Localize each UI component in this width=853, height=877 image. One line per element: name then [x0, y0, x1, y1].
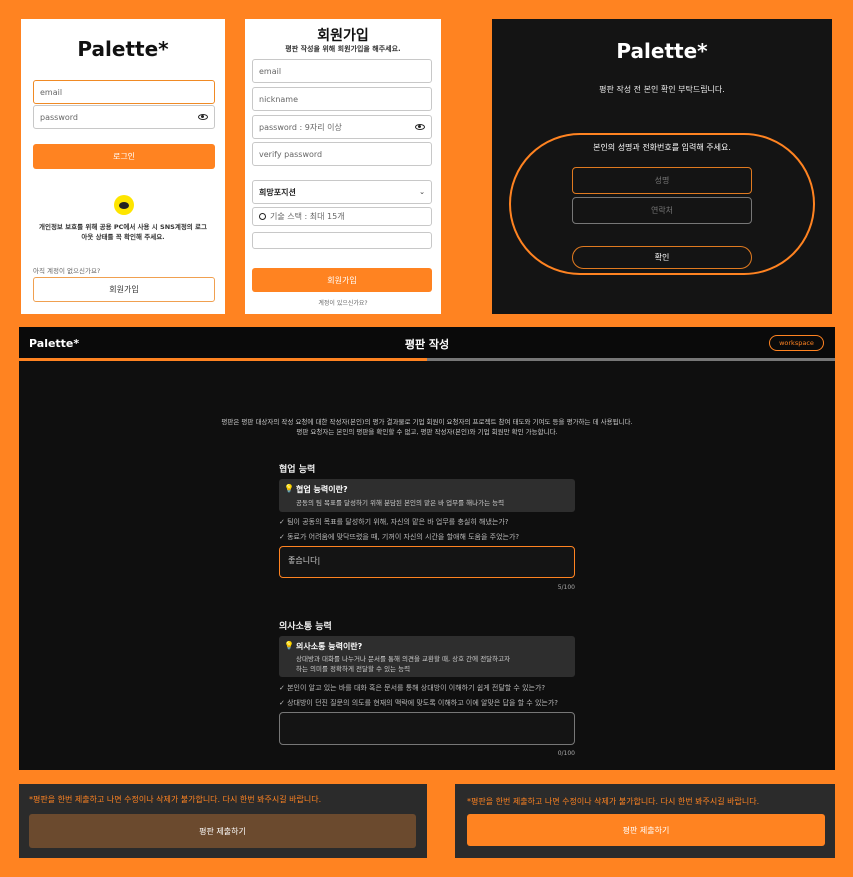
tip-box: 💡 협업 능력이란? 공동의 팀 목표를 달성하기 위해 분담된 본인의 맡은 … [279, 479, 575, 512]
progress-track [19, 358, 835, 361]
logo: Palette* [77, 37, 169, 61]
workspace-button[interactable]: workspace [769, 335, 824, 351]
answer-text: 좋습니다| [288, 556, 321, 565]
skill-search-input[interactable]: 기술 스택 : 최대 15개 [252, 207, 432, 226]
tip-title: 의사소통 능력이란? [296, 642, 363, 651]
verify-heading: 평판 작성 전 본인 확인 부탁드립니다. [599, 85, 725, 94]
submit-button-disabled: 평판 제출하기 [29, 814, 416, 848]
section-title: 의사소통 능력 [279, 622, 332, 632]
check-question: ✓ 본인이 알고 있는 바를 대화 혹은 문서를 통해 상대방이 이해하기 쉽게… [279, 684, 546, 692]
submit-warning: *평판을 한번 제출하고 나면 수정이나 삭제가 불가합니다. 다시 한번 봐주… [467, 797, 760, 806]
verify-password-placeholder: verify password [259, 149, 323, 159]
lightbulb-icon: 💡 [284, 484, 294, 493]
section-title: 협업 능력 [279, 465, 316, 475]
submit-disabled-panel: *평판을 한번 제출하고 나면 수정이나 삭제가 불가합니다. 다시 한번 봐주… [19, 784, 427, 858]
lightbulb-icon: 💡 [284, 641, 294, 650]
check-question: ✓ 상대방이 던진 질문의 의도를 현재의 맥락에 맞도록 이해하고 이에 알맞… [279, 699, 559, 707]
phone-placeholder: 연락처 [650, 206, 674, 215]
check-question: ✓ 팀이 공동의 목표를 달성하기 위해, 자신의 맡은 바 업무를 충실히 해… [279, 518, 509, 526]
email-placeholder: email [40, 87, 63, 97]
review-panel: Palette* 평판 작성 workspace 평판은 평판 대상자의 작성 … [19, 327, 835, 770]
email-field[interactable]: email [33, 80, 215, 104]
intro-line-1: 평판은 평판 대상자의 작성 요청에 대한 작성자(본인)의 평가 결과물로 기… [221, 418, 633, 426]
nickname-placeholder: nickname [259, 94, 299, 104]
verify-logo: Palette* [616, 39, 708, 63]
kakao-login-icon[interactable] [114, 195, 134, 215]
verify-panel: Palette* 평판 작성 전 본인 확인 부탁드립니다. 본인의 성명과 전… [492, 19, 832, 314]
sns-notice: 개인정보 보호를 위해 공용 PC에서 사용 시 SNS계정의 로그아웃 상태를… [38, 223, 208, 241]
goto-signup-button[interactable]: 회원가입 [33, 277, 215, 302]
signup-subtitle: 평판 작성을 위해 회원가입을 해주세요. [285, 45, 401, 53]
tip-desc: 하는 의미를 정확하게 전달할 수 있는 능력 [296, 665, 411, 673]
submit-enabled-panel: *평판을 한번 제출하고 나면 수정이나 삭제가 불가합니다. 다시 한번 봐주… [455, 784, 835, 858]
login-button[interactable]: 로그인 [33, 144, 215, 169]
name-placeholder: 성명 [654, 176, 670, 185]
tip-title: 협업 능력이란? [296, 485, 348, 494]
verify-instruction: 본인의 성명과 전화번호를 입력해 주세요. [593, 143, 731, 152]
signup-email-field[interactable]: email [252, 59, 432, 83]
intro-line-2: 평판 요청자는 본인의 평판을 확인할 수 없고, 평판 작성자(본인)와 기업… [296, 428, 558, 436]
answer-textarea[interactable] [279, 712, 575, 745]
signup-password-field[interactable]: password : 9자리 이상 [252, 115, 432, 139]
password-placeholder: password [40, 112, 78, 122]
tip-box: 💡 의사소통 능력이란? 상대방과 대화를 나누거나 문서를 통해 의견을 교환… [279, 636, 575, 677]
eye-icon[interactable] [415, 124, 425, 130]
phone-field[interactable]: 연락처 [572, 197, 752, 224]
signup-title: 회원가입 [317, 28, 369, 44]
signup-email-placeholder: email [259, 66, 282, 76]
signup-password-placeholder: password : 9자리 이상 [259, 122, 342, 132]
confirm-button-label: 확인 [654, 253, 670, 262]
search-icon [259, 213, 266, 220]
verify-password-field[interactable]: verify password [252, 142, 432, 166]
eye-icon[interactable] [198, 114, 208, 120]
skill-placeholder: 기술 스택 : 최대 15개 [270, 212, 345, 221]
confirm-button[interactable]: 확인 [572, 246, 752, 269]
password-field[interactable]: password [33, 105, 215, 129]
name-field[interactable]: 성명 [572, 167, 752, 194]
chevron-down-icon: ⌄ [419, 188, 425, 196]
check-question: ✓ 동료가 어려움에 맞닥뜨렸을 때, 기꺼이 자신의 시간을 할애해 도움을 … [279, 533, 520, 541]
position-select[interactable]: 희망포지션 ⌄ [252, 180, 432, 204]
char-counter: 5/100 [557, 584, 575, 591]
signup-submit-button[interactable]: 회원가입 [252, 268, 432, 292]
signup-panel: 회원가입 평판 작성을 위해 회원가입을 해주세요. email nicknam… [245, 19, 441, 314]
char-counter: 0/100 [557, 750, 575, 757]
tip-desc: 공동의 팀 목표를 달성하기 위해 분담된 본인의 맡은 바 업무를 해나가는 … [296, 499, 505, 507]
skill-tags-field[interactable] [252, 232, 432, 249]
no-account-text: 아직 계정이 없으신가요? [33, 267, 101, 275]
nickname-field[interactable]: nickname [252, 87, 432, 111]
review-header: Palette* 평판 작성 workspace [19, 327, 835, 360]
tip-desc: 상대방과 대화를 나누거나 문서를 통해 의견을 교환할 때, 상호 간에 전달… [296, 655, 511, 663]
submit-warning: *평판을 한번 제출하고 나면 수정이나 삭제가 불가합니다. 다시 한번 봐주… [29, 795, 322, 804]
progress-fill [19, 358, 427, 361]
submit-button[interactable]: 평판 제출하기 [467, 814, 825, 846]
answer-textarea[interactable]: 좋습니다| [279, 546, 575, 578]
position-select-label: 희망포지션 [259, 187, 296, 197]
page-title: 평판 작성 [404, 338, 450, 351]
login-panel: Palette* email password 로그인 개인정보 보호를 위해 … [21, 19, 225, 314]
have-account-link[interactable]: 계정이 있으신가요? [245, 298, 441, 307]
